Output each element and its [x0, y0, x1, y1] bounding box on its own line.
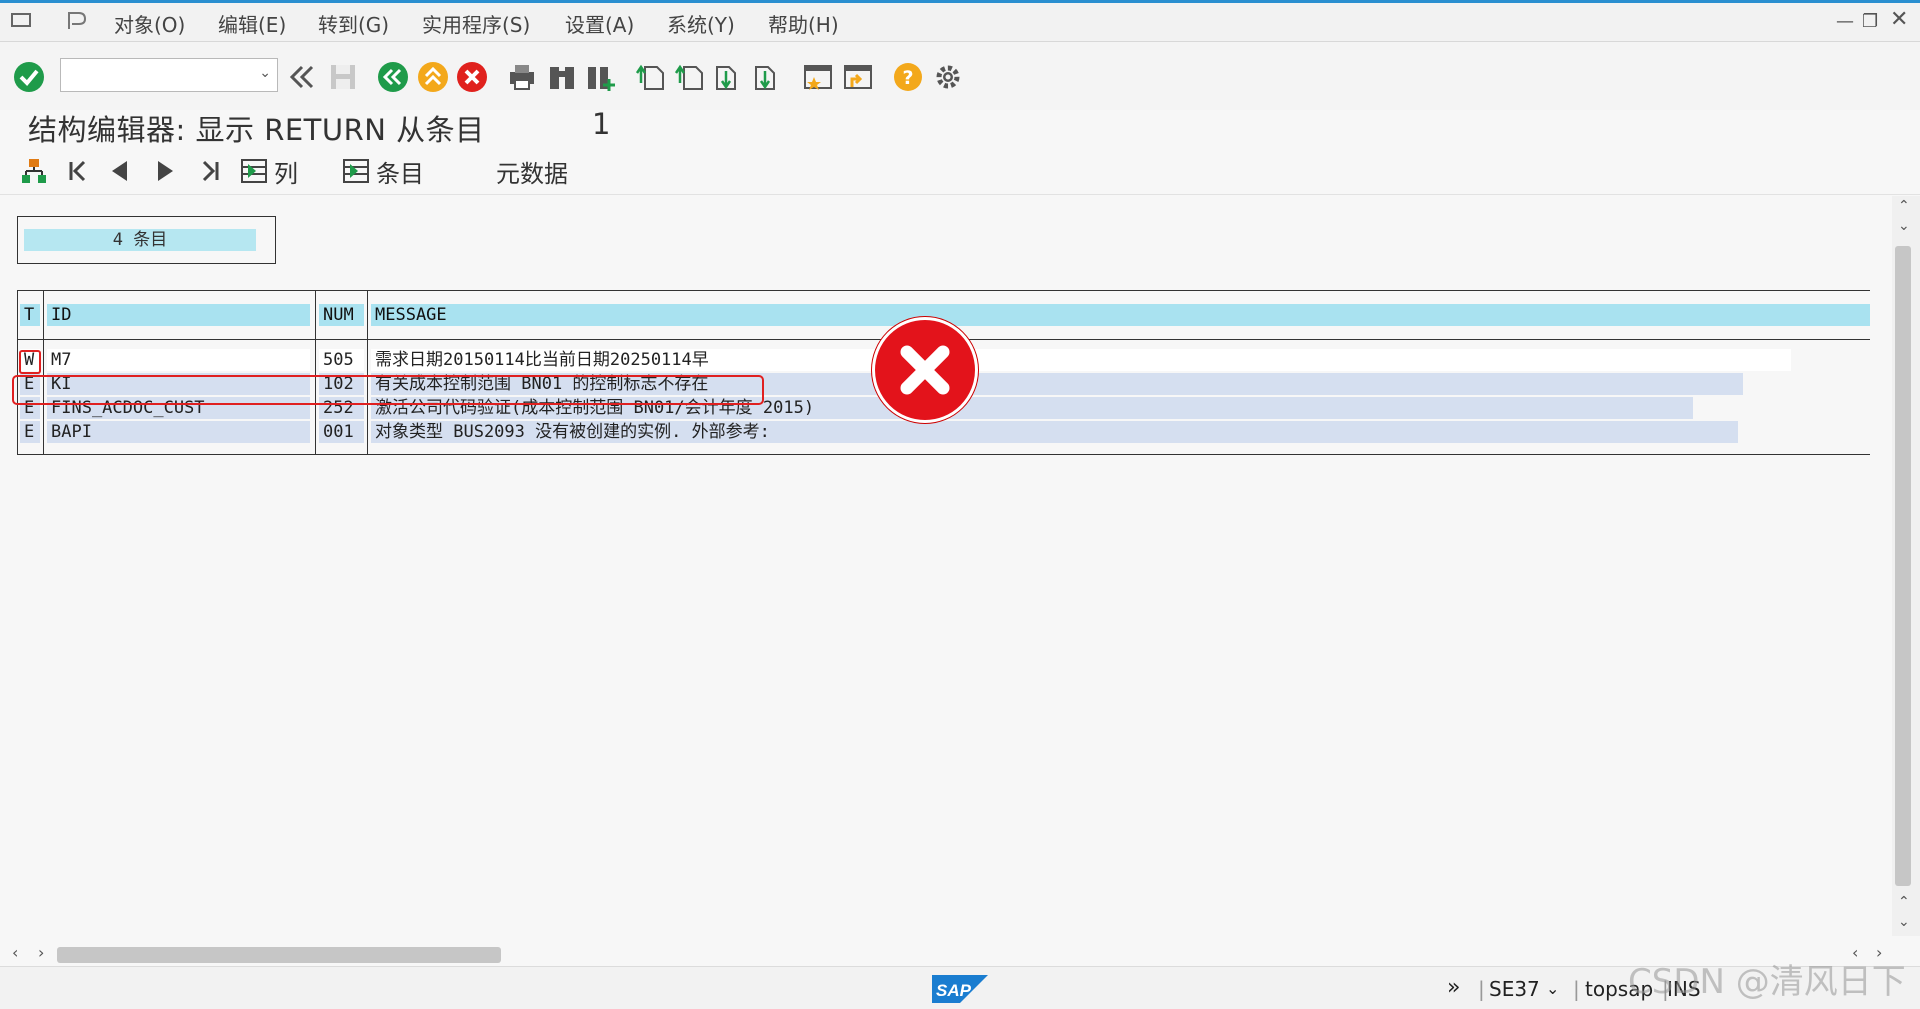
table-cell-message[interactable]: 需求日期20150114比当前日期20250114早: [371, 349, 1791, 371]
entries-icon: [343, 159, 369, 183]
scroll-left-icon[interactable]: ‹: [12, 943, 18, 962]
menu-settings[interactable]: 设置(A): [565, 9, 634, 38]
back-icon[interactable]: [376, 60, 410, 94]
column-divider: [43, 291, 44, 454]
menu-edit[interactable]: 编辑(E): [218, 9, 286, 38]
last-entry-icon[interactable]: [198, 156, 222, 186]
watermark: CSDN @清风日下: [1628, 962, 1906, 1002]
scroll-down-icon[interactable]: ⌄: [1898, 914, 1910, 930]
menu-bar: 对象(O) 编辑(E) 转到(G) 实用程序(S) 设置(A) 系统(Y) 帮助…: [0, 3, 1920, 42]
sap-logo-text: SAP: [936, 981, 972, 1000]
cancel-icon[interactable]: [455, 60, 489, 94]
sap-logo: SAP: [932, 975, 988, 1007]
first-page-icon[interactable]: [634, 60, 668, 94]
last-page-icon[interactable]: [751, 60, 785, 94]
table-cell-type[interactable]: E: [20, 421, 40, 443]
previous-entry-icon[interactable]: [108, 156, 132, 186]
find-icon[interactable]: [545, 60, 579, 94]
next-entry-icon[interactable]: [153, 156, 177, 186]
table-cell-message[interactable]: 对象类型 BUS2093 没有被创建的实例. 外部参考:: [371, 421, 1738, 443]
column-divider: [367, 291, 368, 454]
table-cell-id[interactable]: BAPI: [47, 421, 310, 443]
find-next-icon[interactable]: [584, 60, 618, 94]
shortcut-icon[interactable]: [841, 60, 875, 94]
column-header-t[interactable]: T: [20, 304, 40, 326]
column-header-message[interactable]: MESSAGE: [371, 304, 1870, 326]
exit-icon[interactable]: [416, 60, 450, 94]
sap-p-icon[interactable]: [64, 9, 88, 37]
columns-icon: [241, 159, 267, 183]
error-x-icon: [872, 317, 978, 423]
vertical-scroll-thumb[interactable]: [1895, 246, 1911, 886]
entries-count-box: 4 条目: [17, 216, 276, 264]
metadata-button[interactable]: 元数据: [496, 156, 568, 188]
help-icon[interactable]: ?: [891, 60, 925, 94]
scroll-down-icon[interactable]: ⌄: [1898, 218, 1910, 234]
entries-button[interactable]: 条目: [342, 156, 424, 188]
expand-status-icon[interactable]: »: [1447, 975, 1460, 1000]
print-icon[interactable]: [505, 60, 539, 94]
back-double-icon[interactable]: [285, 60, 319, 94]
table-cell-num[interactable]: 001: [319, 421, 364, 443]
highlight-cursor-box: [19, 350, 41, 374]
scroll-right-icon[interactable]: ›: [38, 943, 44, 962]
scroll-up-icon[interactable]: ⌃: [1898, 198, 1910, 214]
settings-icon[interactable]: [931, 60, 965, 94]
menu-utilities[interactable]: 实用程序(S): [422, 9, 530, 38]
hierarchy-icon[interactable]: [20, 156, 48, 186]
application-toolbar: 列 条目 元数据: [0, 148, 1920, 195]
new-session-icon[interactable]: [801, 60, 835, 94]
first-entry-icon[interactable]: [66, 156, 90, 186]
page-title-entry-number: 1: [592, 107, 611, 141]
status-separator: |: [1573, 977, 1580, 1001]
page-title: 结构编辑器: 显示 RETURN 从条目: [28, 113, 485, 147]
column-divider: [315, 291, 316, 454]
status-separator: |: [1478, 977, 1485, 1001]
entries-count: 4 条目: [24, 229, 256, 251]
next-page-icon[interactable]: [712, 60, 746, 94]
minimize-icon[interactable]: —: [1836, 11, 1854, 32]
chevron-down-icon[interactable]: ⌄: [259, 65, 271, 81]
chevron-down-icon[interactable]: ⌄: [1546, 979, 1559, 998]
command-field[interactable]: ⌄: [60, 58, 278, 92]
table-border-left: [17, 291, 18, 454]
content-area: 4 条目 T ID NUM MESSAGE W M7 505 需求日期20150…: [0, 196, 1892, 936]
close-icon[interactable]: ✕: [1890, 7, 1908, 32]
menu-system[interactable]: 系统(Y): [667, 9, 735, 38]
svg-text:?: ?: [902, 67, 913, 89]
columns-label: 列: [274, 159, 298, 188]
table-cell-num[interactable]: 505: [319, 349, 364, 371]
menu-goto[interactable]: 转到(G): [318, 9, 389, 38]
menu-icon[interactable]: [10, 9, 34, 35]
previous-page-icon[interactable]: [673, 60, 707, 94]
table-cell-id[interactable]: M7: [47, 349, 310, 371]
check-icon[interactable]: [12, 60, 46, 94]
horizontal-scroll-thumb[interactable]: [57, 947, 501, 963]
entries-label: 条目: [376, 159, 424, 188]
columns-button[interactable]: 列: [240, 156, 298, 188]
scroll-up-icon[interactable]: ⌃: [1898, 894, 1910, 910]
status-transaction[interactable]: SE37: [1489, 977, 1540, 1001]
save-icon[interactable]: [326, 60, 360, 94]
menu-help[interactable]: 帮助(H): [768, 9, 839, 38]
column-header-num[interactable]: NUM: [319, 304, 364, 326]
column-header-id[interactable]: ID: [47, 304, 310, 326]
highlight-error-row: [12, 375, 764, 405]
restore-icon[interactable]: ❐: [1862, 11, 1878, 32]
menu-object[interactable]: 对象(O): [114, 9, 185, 38]
system-toolbar: ⌄ ?: [0, 42, 1920, 110]
